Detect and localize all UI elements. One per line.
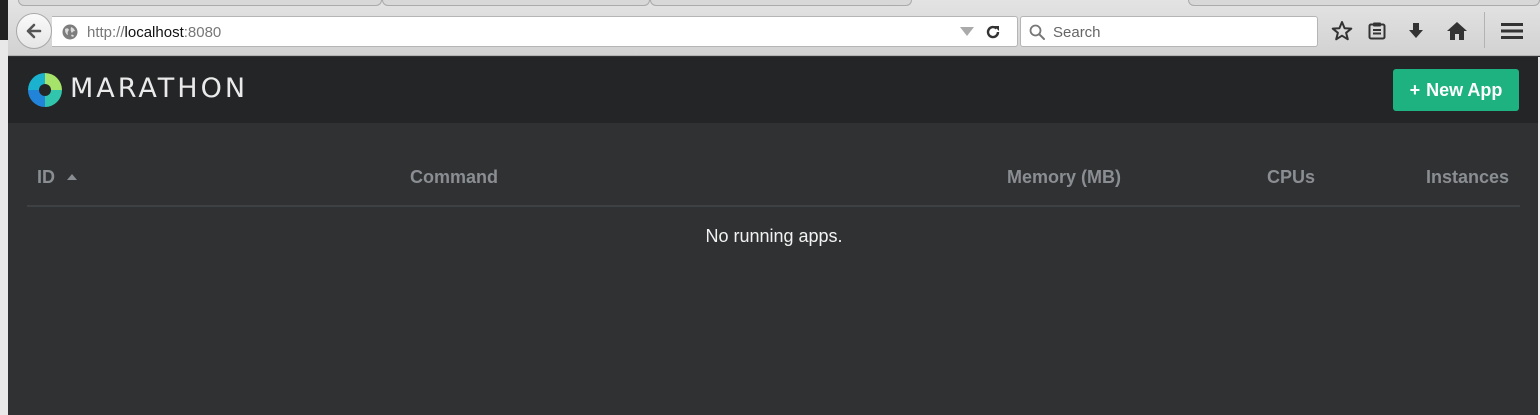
reload-icon[interactable] [984, 23, 1002, 41]
hamburger-menu-icon [1501, 23, 1523, 39]
browser-toolbar: http://localhost:8080 [8, 0, 1540, 56]
clipboard-icon [1368, 22, 1386, 40]
sort-ascending-icon [67, 174, 78, 180]
browser-tab[interactable] [18, 0, 382, 6]
search-icon [1029, 24, 1045, 40]
new-app-button[interactable]: + New App [1393, 69, 1519, 111]
reading-list-button[interactable] [1365, 19, 1389, 43]
url-bar[interactable]: http://localhost:8080 [52, 16, 1018, 47]
back-button[interactable] [16, 13, 52, 49]
empty-state-message: No running apps. [705, 226, 843, 246]
home-button[interactable] [1445, 19, 1469, 43]
download-arrow-icon [1409, 23, 1423, 38]
column-header-cpus[interactable]: CPUs [1267, 167, 1315, 188]
new-app-label: New App [1426, 79, 1503, 100]
toolbar-separator [1484, 12, 1485, 48]
home-icon [1447, 22, 1467, 40]
background-window [0, 0, 8, 415]
column-header-memory[interactable]: Memory (MB) [1007, 167, 1121, 188]
marathon-logo-icon [28, 73, 62, 107]
plus-icon: + [1409, 79, 1421, 100]
star-icon [1331, 21, 1353, 41]
arrow-left-icon [26, 23, 42, 39]
background-window-dark [0, 0, 8, 40]
app-header: MARATHON + New App [8, 57, 1540, 123]
menu-button[interactable] [1500, 19, 1524, 43]
search-bar[interactable] [1020, 16, 1318, 47]
search-input[interactable] [1053, 21, 1303, 43]
column-header-command[interactable]: Command [410, 167, 498, 188]
downloads-button[interactable] [1404, 19, 1428, 43]
bookmark-star-button[interactable] [1330, 19, 1354, 43]
table-header-divider [27, 205, 1520, 207]
apps-table: ID Command Memory (MB) CPUs Instances No… [8, 123, 1540, 415]
url-history-dropdown-icon[interactable] [960, 27, 974, 36]
browser-tab[interactable] [650, 0, 912, 6]
column-header-instances[interactable]: Instances [1426, 167, 1509, 188]
tab-strip [8, 0, 1540, 6]
browser-tab[interactable] [1188, 0, 1540, 6]
globe-icon [62, 24, 78, 40]
url-text[interactable]: http://localhost:8080 [87, 24, 221, 41]
column-header-id[interactable]: ID [37, 167, 78, 188]
app-brand-title: MARATHON [70, 73, 249, 104]
browser-tab[interactable] [382, 0, 650, 6]
